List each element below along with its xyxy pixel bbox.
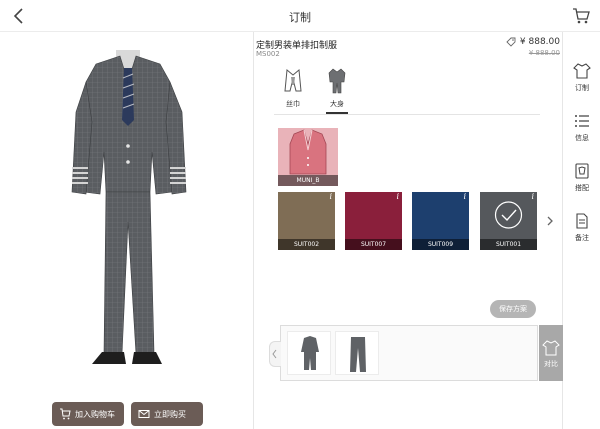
price-row: ¥ 888.00 [506,37,560,47]
top-bar: 订制 [0,0,600,32]
price: ¥ 888.00 [519,37,560,47]
scarf-icon [284,69,302,92]
note-icon [576,213,588,229]
info-icon[interactable]: i [396,192,399,201]
side-navigation: 订制 信息 搭配 备注 [564,58,600,258]
customization-panel: 定制男装单排扣制服 MS002 ¥ 888.00 ¥ 888.00 丝巾 大身 … [253,32,563,429]
tab-jacket[interactable]: 大身 [324,67,350,114]
add-to-cart-button[interactable]: 加入购物车 [52,402,124,426]
side-nav-notes-label: 备注 [575,234,589,242]
compare-thumbnail-suit[interactable] [287,331,331,375]
tab-jacket-label: 大身 [330,100,344,108]
add-to-cart-label: 加入购物车 [75,409,115,419]
tab-scarf-label: 丝巾 [286,100,300,108]
fabric-swatch[interactable]: i SUIT002 [278,192,335,250]
compare-tray-handle[interactable] [269,341,281,367]
trousers-thumbnail-icon [350,337,366,372]
fabric-code: SUIT002 [278,239,335,250]
selected-fabric-label: MUNI_B [278,175,338,186]
compare-tray: 对比 [269,325,563,381]
side-nav-match-label: 搭配 [575,184,589,192]
side-nav-info[interactable]: 信息 [564,112,600,148]
selected-fabric[interactable]: MUNI_B [278,128,338,186]
compare-thumbnail-trousers[interactable] [335,331,379,375]
product-code: MS002 [256,50,280,58]
tab-scarf[interactable]: 丝巾 [280,67,306,111]
chevron-right-icon [547,216,553,226]
jacket-preview-icon [289,129,327,175]
suit-preview-image [71,50,187,364]
buy-now-button[interactable]: 立即购买 [131,402,203,426]
side-nav-customize[interactable]: 订制 [564,62,600,98]
mail-icon [138,410,150,418]
fabric-code: SUIT009 [412,239,469,250]
tag-icon [506,37,516,47]
suit-preview-area: 加入购物车 立即购买 [0,32,252,429]
list-icon [575,115,589,127]
chevron-left-icon [272,349,277,359]
fabric-swatch[interactable]: i SUIT007 [345,192,402,250]
tshirt-icon [573,63,591,79]
tab-divider [274,114,540,115]
info-icon[interactable]: i [531,192,534,201]
cart-icon [573,8,590,24]
shirt-icon [542,340,560,356]
fabric-swatch-selected[interactable]: i SUIT001 [480,192,537,250]
info-icon[interactable]: i [463,192,466,201]
checkmark-icon [494,201,523,229]
cart-button[interactable] [572,7,590,25]
fabric-code: SUIT007 [345,239,402,250]
side-nav-match[interactable]: 搭配 [564,162,600,198]
fabric-code: SUIT001 [480,239,537,250]
compare-label: 对比 [544,360,558,368]
hanger-icon [575,163,589,179]
page-title: 订制 [289,11,311,24]
buy-now-label: 立即购买 [154,409,186,419]
cart-icon [60,408,71,420]
compare-button[interactable]: 对比 [539,325,563,381]
suit-thumbnail-icon [301,336,319,370]
fabric-swatch[interactable]: i SUIT009 [412,192,469,250]
side-nav-customize-label: 订制 [575,84,589,92]
jacket-icon [328,68,346,94]
save-plan-button[interactable]: 保存方案 [490,300,536,318]
original-price: ¥ 888.00 [528,49,560,57]
info-icon[interactable]: i [329,192,332,201]
next-fabrics-button[interactable] [544,214,556,228]
side-nav-notes[interactable]: 备注 [564,212,600,248]
side-nav-info-label: 信息 [575,134,589,142]
